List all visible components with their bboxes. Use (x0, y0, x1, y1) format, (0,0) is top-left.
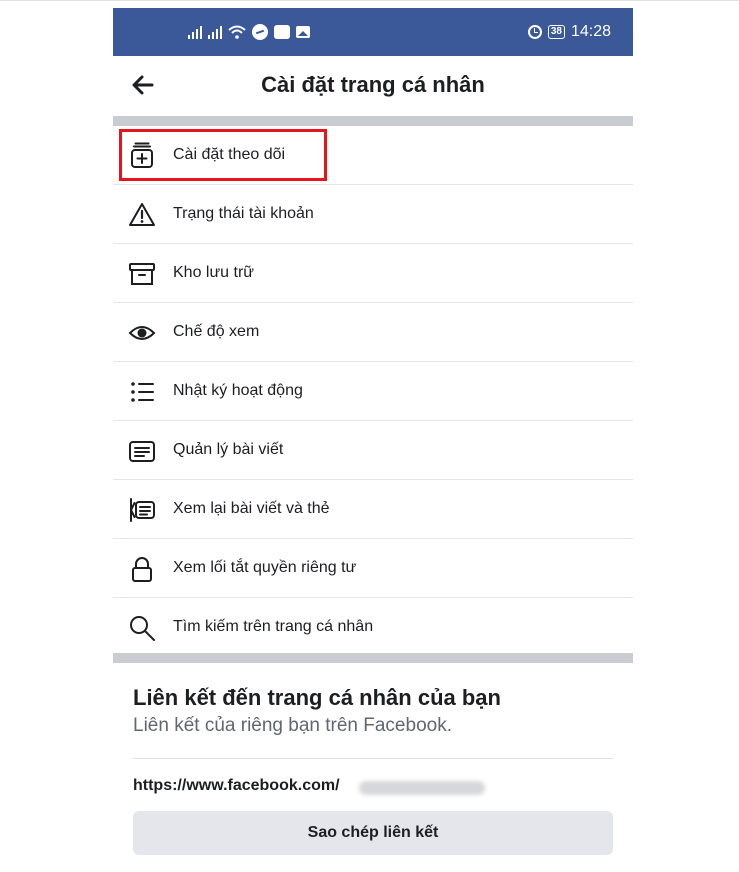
menu-item-manage-posts[interactable]: Quản lý bài viết (113, 421, 633, 480)
status-icons-right: 38 14:28 (527, 21, 611, 43)
menu-item-label: Kho lưu trữ (173, 264, 255, 281)
messenger-icon (252, 24, 268, 40)
menu-item-review-posts-tags[interactable]: Xem lại bài viết và thẻ (113, 480, 633, 539)
posts-icon (129, 441, 155, 462)
warning-icon (129, 203, 155, 226)
signal-icon (188, 25, 202, 39)
battery-icon: 38 (547, 25, 565, 39)
menu-item-view-as[interactable]: Chế độ xem (113, 303, 633, 362)
profile-url: https://www.facebook.com/ (133, 777, 340, 794)
menu-item-privacy-shortcuts[interactable]: Xem lối tắt quyền riêng tư (113, 539, 633, 598)
menu-item-label: Quản lý bài viết (173, 441, 284, 458)
redacted-username (359, 781, 485, 795)
menu-item-label: Tìm kiếm trên trang cá nhân (173, 618, 374, 635)
section-title: Liên kết đến trang cá nhân của bạn (133, 685, 501, 710)
menu-item-archive[interactable]: Kho lưu trữ (113, 244, 633, 303)
top-app-bar: Cài đặt trang cá nhân (113, 56, 633, 118)
wifi-icon (228, 25, 246, 39)
alarm-icon (527, 25, 542, 39)
status-bar: 38 14:28 (113, 8, 633, 56)
image-icon (296, 26, 310, 38)
eye-icon (128, 326, 156, 340)
copy-link-button[interactable]: Sao chép liên kết (133, 811, 613, 855)
profile-settings-menu: Cài đặt theo dõi Trạng thái tài khoản Kh… (113, 126, 633, 656)
menu-item-follow-settings[interactable]: Cài đặt theo dõi (113, 126, 633, 185)
menu-item-label: Xem lối tắt quyền riêng tư (173, 559, 357, 576)
signal-2-icon (208, 25, 222, 39)
zalo-icon (274, 25, 290, 39)
menu-item-label: Nhật ký hoạt động (173, 382, 303, 399)
menu-item-label: Trạng thái tài khoản (173, 205, 314, 222)
menu-item-label: Chế độ xem (173, 323, 260, 340)
list-icon (131, 382, 154, 402)
menu-item-account-status[interactable]: Trạng thái tài khoản (113, 185, 633, 244)
divider (133, 758, 613, 759)
page-title: Cài đặt trang cá nhân (261, 72, 485, 97)
status-icons-left (188, 22, 310, 42)
back-arrow-icon[interactable] (130, 72, 156, 98)
status-time: 14:28 (570, 23, 611, 40)
section-subtitle: Liên kết của riêng bạn trên Facebook. (133, 715, 452, 736)
search-icon (130, 616, 155, 641)
lock-icon (132, 557, 152, 582)
page-top-border (0, 0, 739, 1)
menu-item-activity-log[interactable]: Nhật ký hoạt động (113, 362, 633, 421)
section-divider (113, 653, 633, 663)
follow-settings-icon (131, 142, 153, 168)
profile-link-section: Liên kết đến trang cá nhân của bạn Liên … (113, 663, 633, 872)
archive-icon (129, 263, 155, 285)
menu-item-label: Cài đặt theo dõi (173, 146, 286, 163)
section-divider (113, 116, 633, 126)
phone-screen: 38 14:28 Cài đặt trang cá nhân Cài đặt t… (113, 8, 633, 872)
review-tags-icon (129, 498, 155, 522)
menu-item-label: Xem lại bài viết và thẻ (173, 500, 330, 517)
menu-item-search-profile[interactable]: Tìm kiếm trên trang cá nhân (113, 598, 633, 656)
